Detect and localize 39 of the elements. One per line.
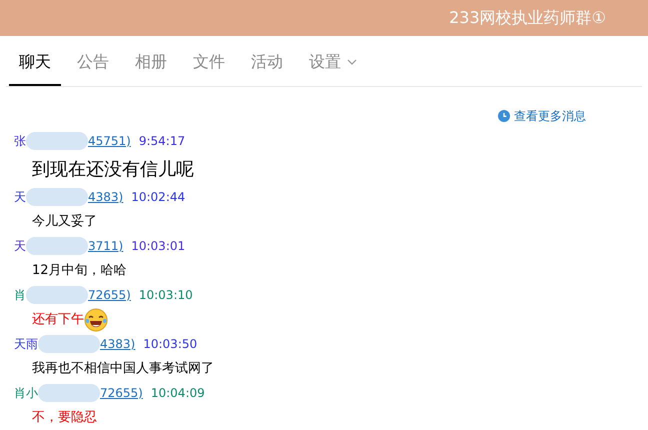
message-text: 还有下午 xyxy=(32,310,84,329)
blur-mask xyxy=(26,237,88,255)
user-id-link[interactable]: 3711) xyxy=(88,237,124,255)
more-messages-link[interactable]: 查看更多消息 xyxy=(498,101,586,131)
tab[interactable]: 文件 xyxy=(183,50,235,86)
timestamp: 10:03:10 xyxy=(138,287,193,304)
sender-name: 天 xyxy=(14,238,26,255)
user-id-link[interactable]: 72655) xyxy=(88,286,131,304)
sender-name: 天 xyxy=(14,189,26,206)
user-id-link[interactable]: 72655) xyxy=(100,384,143,402)
tab[interactable]: 相册 xyxy=(125,50,177,86)
blur-mask xyxy=(26,188,88,206)
sender-name: 肖小 xyxy=(14,385,38,402)
blur-mask xyxy=(26,286,88,304)
sender-name: 天雨 xyxy=(14,336,38,353)
timestamp: 10:03:01 xyxy=(131,238,186,255)
blur-mask xyxy=(38,384,100,402)
blur-mask xyxy=(38,335,100,353)
user-id-link[interactable]: 45751) xyxy=(88,132,131,150)
tab[interactable]: 公告 xyxy=(67,50,119,86)
user-id-link[interactable]: 4383) xyxy=(88,188,124,206)
message-text: 到现在还没有信儿呢 xyxy=(32,158,194,182)
tab[interactable]: 活动 xyxy=(241,50,293,86)
message-text: 不，要隐忍 xyxy=(32,408,97,427)
timestamp: 9:54:17 xyxy=(138,133,186,150)
sender-name: 张 xyxy=(14,133,26,150)
timestamp: 10:04:09 xyxy=(150,385,205,402)
blur-mask xyxy=(26,132,88,150)
clock-icon xyxy=(498,110,510,122)
window-title: 233网校执业药师群① xyxy=(449,7,606,29)
timestamp: 10:02:44 xyxy=(131,189,186,206)
timestamp: 10:03:50 xyxy=(143,336,198,353)
user-id-link[interactable]: 4383) xyxy=(100,335,136,353)
tab[interactable]: 设置 xyxy=(299,50,367,86)
sender-name: 肖 xyxy=(14,287,26,304)
tab[interactable]: 聊天 xyxy=(9,50,61,86)
message-text: 我再也不相信中国人事考试网了 xyxy=(32,360,214,378)
message-text: 今儿又妥了 xyxy=(32,212,97,231)
message-text: 12月中旬，哈哈 xyxy=(32,262,127,280)
